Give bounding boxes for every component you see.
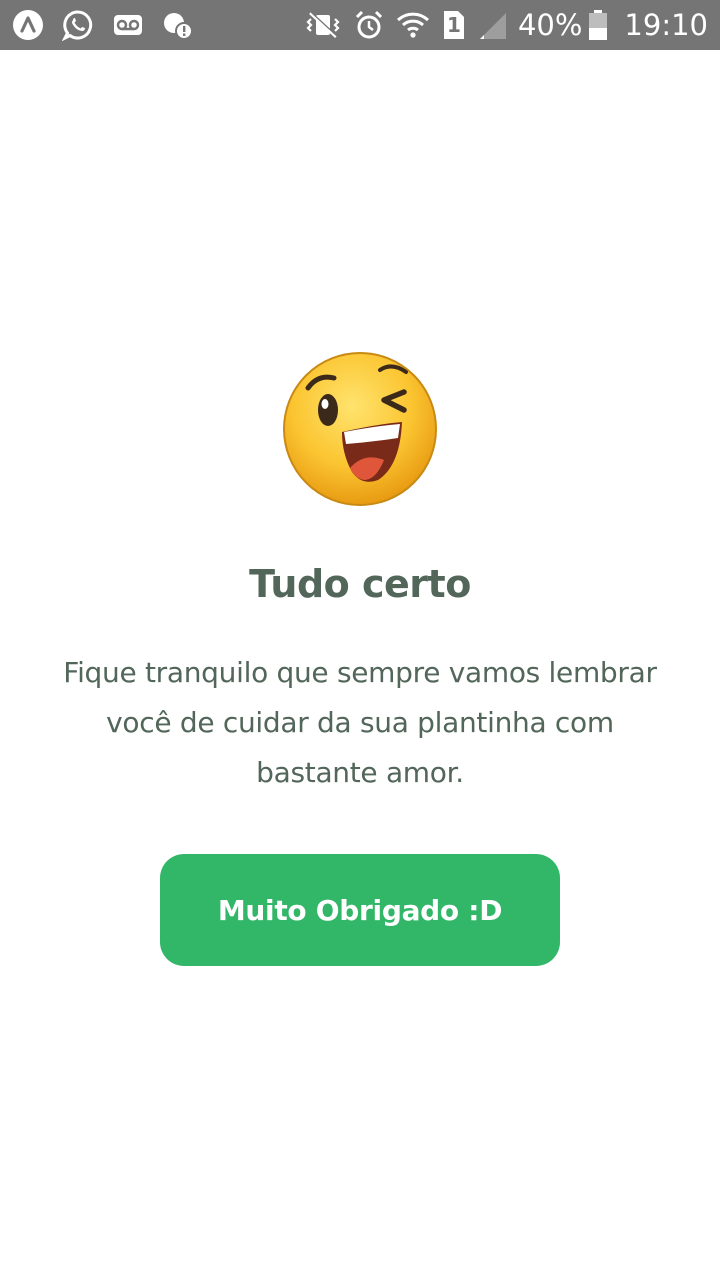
thank-you-button[interactable]: Muito Obrigado :D bbox=[160, 854, 560, 966]
whatsapp-icon bbox=[62, 9, 94, 41]
confirmation-message: Fique tranquilo que sempre vamos lembrar… bbox=[63, 656, 657, 789]
sim-icon: 1 bbox=[442, 9, 466, 41]
battery-percent: 40% bbox=[517, 8, 583, 42]
vibrate-mute-icon bbox=[304, 9, 342, 41]
page-title: Tudo certo bbox=[249, 562, 471, 606]
app-launcher-icon bbox=[12, 9, 44, 41]
signal-icon bbox=[478, 9, 508, 41]
voicemail-icon bbox=[112, 9, 144, 41]
winking-face-emoji bbox=[280, 348, 440, 510]
status-bar: 1 40% 19:10 bbox=[0, 0, 720, 50]
status-bar-left bbox=[12, 9, 212, 41]
sim-slot-number: 1 bbox=[446, 13, 461, 37]
confirmation-screen: Tudo certo Fique tranquilo que sempre va… bbox=[0, 50, 720, 1280]
wifi-icon bbox=[396, 9, 430, 41]
sync-alert-icon bbox=[162, 9, 194, 41]
battery-icon bbox=[588, 9, 608, 41]
status-bar-right: 1 40% 19:10 bbox=[292, 8, 708, 42]
clock: 19:10 bbox=[624, 8, 708, 42]
alarm-icon bbox=[354, 9, 384, 41]
